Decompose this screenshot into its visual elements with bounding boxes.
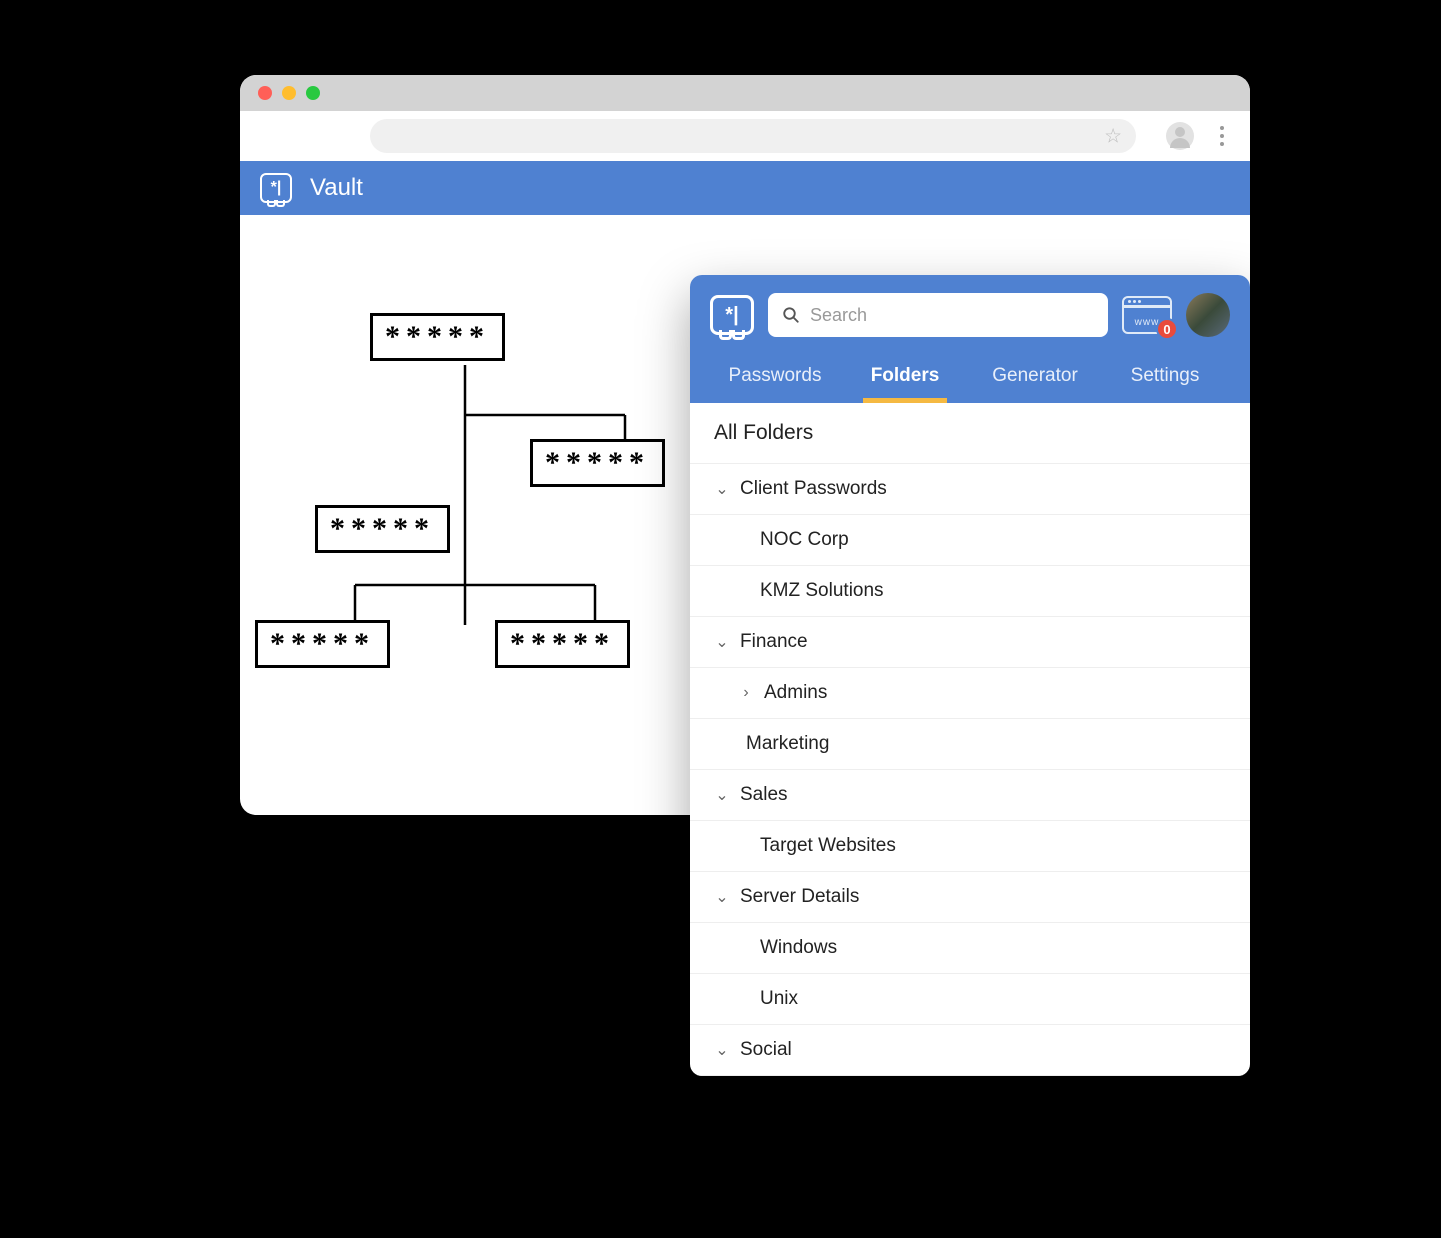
extension-tabs: Passwords Folders Generator Settings — [710, 351, 1230, 403]
maximize-window-button[interactable] — [306, 86, 320, 100]
folder-label: Target Websites — [760, 835, 896, 857]
folder-label: Sales — [740, 784, 788, 806]
extension-panel: *| www 0 Passwords Folders Generator Set… — [690, 275, 1250, 1076]
chevron-down-icon: ⌄ — [714, 1040, 730, 1060]
folder-label: Admins — [764, 682, 827, 704]
window-titlebar — [240, 75, 1250, 111]
minimize-window-button[interactable] — [282, 86, 296, 100]
app-header: *| Vault — [240, 161, 1250, 215]
website-badge[interactable]: www 0 — [1122, 296, 1172, 334]
browser-toolbar: ☆ — [240, 111, 1250, 161]
folder-row[interactable]: Target Websites — [690, 821, 1250, 872]
chevron-down-icon: ⌄ — [714, 632, 730, 652]
folder-label: Client Passwords — [740, 478, 887, 500]
folder-label: Finance — [740, 631, 808, 653]
search-field[interactable] — [768, 293, 1108, 337]
user-avatar[interactable] — [1186, 293, 1230, 337]
folder-row[interactable]: ⌄ Client Passwords — [690, 464, 1250, 515]
folder-label: Windows — [760, 937, 837, 959]
chevron-right-icon: › — [738, 684, 754, 702]
close-window-button[interactable] — [258, 86, 272, 100]
folder-row[interactable]: Marketing — [690, 719, 1250, 770]
folder-label: Social — [740, 1039, 792, 1061]
chevron-down-icon: ⌄ — [714, 887, 730, 907]
chevron-down-icon: ⌄ — [714, 479, 730, 499]
folder-row[interactable]: ⌄ Server Details — [690, 872, 1250, 923]
notification-count-badge: 0 — [1156, 318, 1178, 340]
folder-label: Unix — [760, 988, 798, 1010]
folder-row[interactable]: ⌄ Finance — [690, 617, 1250, 668]
address-bar[interactable]: ☆ — [370, 119, 1136, 153]
folder-label: KMZ Solutions — [760, 580, 884, 602]
bookmark-star-icon[interactable]: ☆ — [1104, 124, 1122, 149]
folder-list: ⌄ Client Passwords NOC Corp KMZ Solutions ⌄ F… — [690, 464, 1250, 1076]
folder-row[interactable]: › Admins — [690, 668, 1250, 719]
folder-row[interactable]: NOC Corp — [690, 515, 1250, 566]
tree-node: ***** — [370, 313, 505, 361]
tab-settings[interactable]: Settings — [1100, 351, 1230, 403]
folder-row[interactable]: Unix — [690, 974, 1250, 1025]
folder-label: NOC Corp — [760, 529, 849, 551]
browser-profile-avatar[interactable] — [1166, 122, 1194, 150]
folder-row[interactable]: KMZ Solutions — [690, 566, 1250, 617]
extension-header: *| www 0 Passwords Folders Generator Set… — [690, 275, 1250, 403]
tree-node: ***** — [530, 439, 665, 487]
folder-label: Marketing — [746, 733, 829, 755]
search-input[interactable] — [810, 305, 1094, 326]
browser-menu-icon[interactable] — [1214, 126, 1230, 146]
folder-row[interactable]: ⌄ Sales — [690, 770, 1250, 821]
folder-section-title: All Folders — [690, 403, 1250, 464]
chevron-down-icon: ⌄ — [714, 785, 730, 805]
tab-passwords[interactable]: Passwords — [710, 351, 840, 403]
tab-generator[interactable]: Generator — [970, 351, 1100, 403]
folder-row[interactable]: ⌄ Social — [690, 1025, 1250, 1076]
folder-label: Server Details — [740, 886, 859, 908]
tree-node: ***** — [315, 505, 450, 553]
tree-node: ***** — [255, 620, 390, 668]
folder-row[interactable]: Windows — [690, 923, 1250, 974]
app-title: Vault — [310, 174, 363, 202]
tree-node: ***** — [495, 620, 630, 668]
vault-logo-icon: *| — [260, 173, 292, 203]
tab-folders[interactable]: Folders — [840, 351, 970, 403]
search-icon — [782, 306, 800, 324]
extension-logo-icon: *| — [710, 295, 754, 335]
